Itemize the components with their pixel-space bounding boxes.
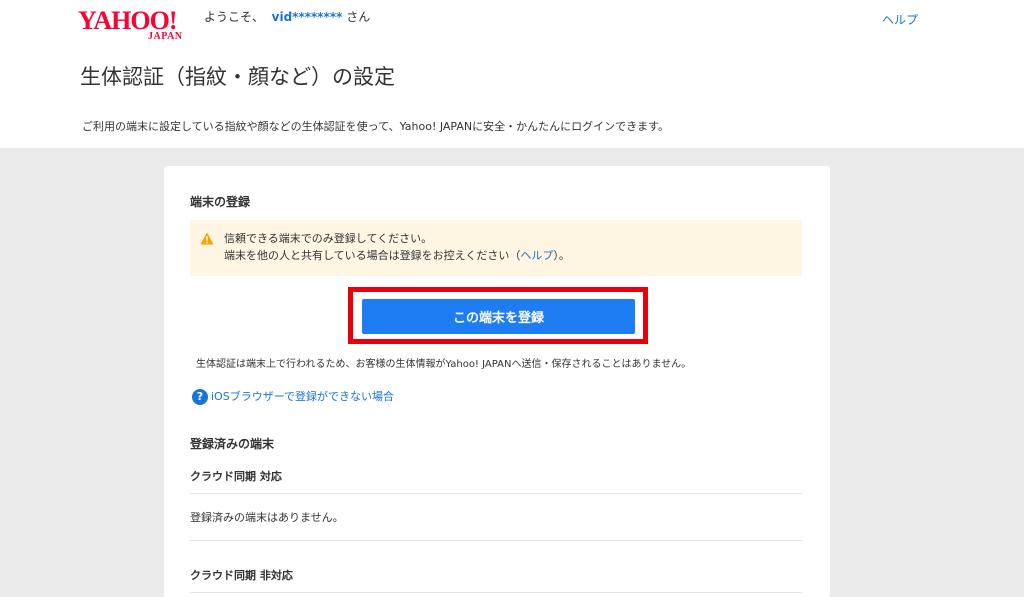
- registered-devices-title: 登録済みの端末: [190, 437, 275, 451]
- biometric-privacy-note: 生体認証は端末上で行われるため、お客様の生体情報がYahoo! JAPANへ送信…: [196, 359, 692, 370]
- welcome-prefix: ようこそ、: [204, 10, 265, 24]
- no-devices-message: 登録済みの端末はありません。: [190, 511, 344, 524]
- yahoo-japan-logo[interactable]: YAHOO! JAPAN: [78, 8, 196, 42]
- page-header: YAHOO! JAPAN ようこそ、 vid******** さん ヘルプ 生体…: [0, 0, 1024, 148]
- cloud-sync-unsupported-title: クラウド同期 非対応: [190, 569, 293, 582]
- divider: [190, 493, 802, 494]
- device-registration-title: 端末の登録: [190, 195, 251, 209]
- warning-notice: 信頼できる端末でのみ登録してください。 端末を他の人と共有している場合は登録をお…: [190, 220, 802, 276]
- user-id: vid********: [271, 10, 343, 24]
- page-description: ご利用の端末に設定している指紋や顔などの生体認証を使って、Yahoo! JAPA…: [82, 120, 670, 133]
- ios-help-link-text: iOSブラウザーで登録ができない場合: [211, 390, 395, 403]
- question-icon: ?: [192, 389, 208, 405]
- notice-line-1: 信頼できる端末でのみ登録してください。: [224, 232, 433, 245]
- welcome-suffix: さん: [346, 10, 371, 24]
- notice-line-2: 端末を他の人と共有している場合は登録をお控えください（ヘルプ）。: [224, 249, 570, 263]
- notice-line-2-suffix: ）。: [553, 249, 570, 262]
- warning-icon: [200, 232, 214, 245]
- help-link[interactable]: ヘルプ: [882, 12, 918, 28]
- notice-line-2-prefix: 端末を他の人と共有している場合は登録をお控えください（: [224, 249, 521, 262]
- page-title: 生体認証（指紋・顔など）の設定: [80, 65, 395, 89]
- welcome-message: ようこそ、 vid******** さん: [204, 9, 370, 25]
- biometric-settings-card: 端末の登録 信頼できる端末でのみ登録してください。 端末を他の人と共有している場…: [164, 166, 830, 597]
- cloud-sync-supported-title: クラウド同期 対応: [190, 470, 282, 483]
- logo-sub-text: JAPAN: [148, 31, 183, 42]
- notice-help-link[interactable]: ヘルプ: [520, 249, 553, 262]
- register-device-button[interactable]: この端末を登録: [362, 299, 635, 334]
- register-button-highlight: この端末を登録: [348, 287, 648, 344]
- divider: [190, 592, 802, 593]
- divider: [190, 540, 802, 541]
